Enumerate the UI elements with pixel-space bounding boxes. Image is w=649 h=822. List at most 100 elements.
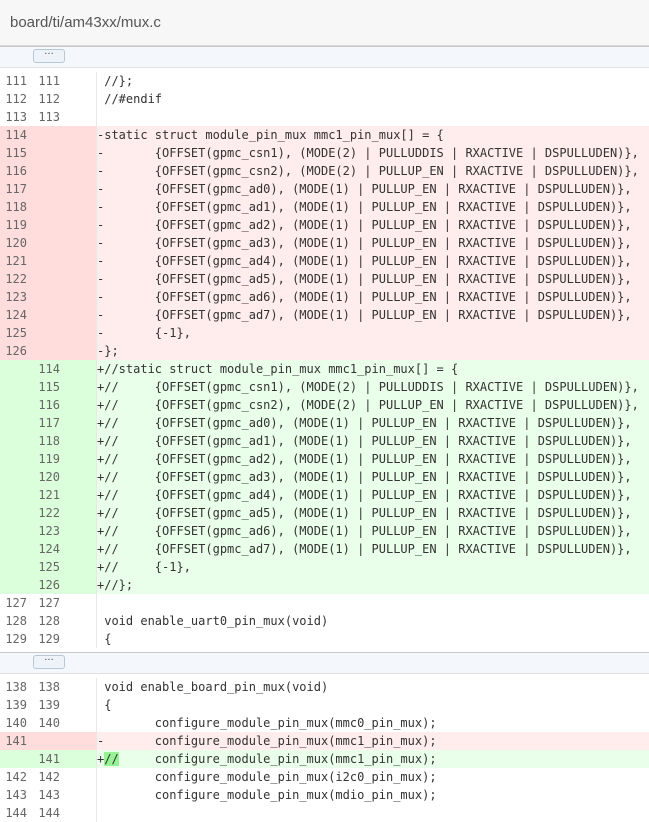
new-line-number[interactable] — [29, 162, 62, 180]
new-line-number[interactable] — [29, 324, 62, 342]
old-line-number[interactable] — [1, 396, 29, 414]
old-line-number[interactable]: 119 — [1, 216, 29, 234]
new-line-number[interactable] — [29, 126, 62, 144]
new-line-number[interactable]: 143 — [29, 786, 62, 804]
file-path[interactable]: board/ti/am43xx/mux.c — [10, 14, 161, 31]
old-line-number[interactable] — [1, 414, 29, 432]
old-line-number[interactable]: 121 — [1, 252, 29, 270]
new-line-number[interactable] — [29, 234, 62, 252]
new-line-number[interactable]: 118 — [29, 432, 62, 450]
new-line-number[interactable]: 126 — [29, 576, 62, 594]
old-line-number[interactable]: 125 — [1, 324, 29, 342]
line-number-gutter: 126 — [0, 342, 97, 360]
removed-line: 124 - {OFFSET(gpmc_ad7), (MODE(1) | PULLU… — [0, 306, 649, 324]
code-line: +// {OFFSET(gpmc_ad1), (MODE(1) | PULLUP… — [97, 434, 632, 448]
new-line-number[interactable] — [29, 252, 62, 270]
old-line-number[interactable] — [1, 468, 29, 486]
new-line-number[interactable]: 127 — [29, 594, 62, 612]
old-line-number[interactable]: 127 — [1, 594, 29, 612]
context-line: 142 142 configure_module_pin_mux(i2c0_pin… — [0, 768, 649, 786]
new-line-number[interactable] — [29, 288, 62, 306]
expand-lines-button[interactable]: ··· — [33, 49, 65, 63]
old-line-number[interactable]: 117 — [1, 180, 29, 198]
old-line-number[interactable]: 111 — [1, 72, 29, 90]
old-line-number[interactable]: 114 — [1, 126, 29, 144]
old-line-number[interactable]: 141 — [1, 732, 29, 750]
code-line: - {OFFSET(gpmc_ad1), (MODE(1) | PULLUP_E… — [97, 200, 632, 214]
new-line-number[interactable]: 125 — [29, 558, 62, 576]
new-line-number[interactable]: 116 — [29, 396, 62, 414]
old-line-number[interactable] — [1, 522, 29, 540]
old-line-number[interactable]: 128 — [1, 612, 29, 630]
new-line-number[interactable]: 113 — [29, 108, 62, 126]
line-number-gutter: 118 — [0, 198, 97, 216]
expand-lines-button[interactable]: ··· — [33, 655, 65, 669]
old-line-number[interactable]: 142 — [1, 768, 29, 786]
new-line-number[interactable]: 111 — [29, 72, 62, 90]
new-line-number[interactable]: 142 — [29, 768, 62, 786]
new-line-number[interactable]: 120 — [29, 468, 62, 486]
old-line-number[interactable] — [1, 486, 29, 504]
new-line-number[interactable] — [29, 144, 62, 162]
new-line-number[interactable]: 112 — [29, 90, 62, 108]
new-line-number[interactable]: 122 — [29, 504, 62, 522]
old-line-number[interactable] — [1, 378, 29, 396]
old-line-number[interactable]: 124 — [1, 306, 29, 324]
new-line-number[interactable] — [29, 732, 62, 750]
old-line-number[interactable]: 116 — [1, 162, 29, 180]
old-line-number[interactable] — [1, 576, 29, 594]
new-line-number[interactable]: 119 — [29, 450, 62, 468]
old-line-number[interactable]: 123 — [1, 288, 29, 306]
old-line-number[interactable]: 138 — [1, 678, 29, 696]
new-line-number[interactable]: 141 — [29, 750, 62, 768]
old-line-number[interactable]: 118 — [1, 198, 29, 216]
new-line-number[interactable]: 144 — [29, 804, 62, 822]
new-line-number[interactable] — [29, 216, 62, 234]
new-line-number[interactable]: 128 — [29, 612, 62, 630]
new-line-number[interactable]: 124 — [29, 540, 62, 558]
old-line-number[interactable]: 122 — [1, 270, 29, 288]
new-line-number[interactable] — [29, 180, 62, 198]
old-line-number[interactable]: 143 — [1, 786, 29, 804]
old-line-number[interactable] — [1, 504, 29, 522]
line-number-gutter: 111 111 — [0, 72, 97, 90]
new-line-number[interactable]: 117 — [29, 414, 62, 432]
context-line: 139 139 { — [0, 696, 649, 714]
line-number-gutter: 117 — [0, 414, 97, 432]
new-line-number[interactable]: 140 — [29, 714, 62, 732]
new-line-number[interactable]: 138 — [29, 678, 62, 696]
new-line-number[interactable] — [29, 270, 62, 288]
added-line: 120 +// {OFFSET(gpmc_ad3), (MODE(1) | PUL… — [0, 468, 649, 486]
old-line-number[interactable] — [1, 450, 29, 468]
old-line-number[interactable]: 115 — [1, 144, 29, 162]
old-line-number[interactable]: 113 — [1, 108, 29, 126]
code-line: +// {OFFSET(gpmc_ad6), (MODE(1) | PULLUP… — [97, 524, 632, 538]
code-line: +//static struct module_pin_mux mmc1_pin… — [97, 362, 459, 376]
old-line-number[interactable]: 140 — [1, 714, 29, 732]
old-line-number[interactable] — [1, 540, 29, 558]
old-line-number[interactable] — [1, 360, 29, 378]
old-line-number[interactable]: 139 — [1, 696, 29, 714]
old-line-number[interactable]: 120 — [1, 234, 29, 252]
new-line-number[interactable]: 129 — [29, 630, 62, 648]
new-line-number[interactable] — [29, 198, 62, 216]
new-line-number[interactable]: 139 — [29, 696, 62, 714]
old-line-number[interactable] — [1, 558, 29, 576]
added-line: 118 +// {OFFSET(gpmc_ad1), (MODE(1) | PUL… — [0, 432, 649, 450]
added-line: 122 +// {OFFSET(gpmc_ad5), (MODE(1) | PUL… — [0, 504, 649, 522]
new-line-number[interactable] — [29, 306, 62, 324]
new-line-number[interactable]: 123 — [29, 522, 62, 540]
old-line-number[interactable]: 144 — [1, 804, 29, 822]
old-line-number[interactable] — [1, 432, 29, 450]
old-line-number[interactable]: 112 — [1, 90, 29, 108]
old-line-number[interactable]: 129 — [1, 630, 29, 648]
new-line-number[interactable] — [29, 342, 62, 360]
removed-line: 117 - {OFFSET(gpmc_ad0), (MODE(1) | PULLU… — [0, 180, 649, 198]
old-line-number[interactable] — [1, 750, 29, 768]
old-line-number[interactable]: 126 — [1, 342, 29, 360]
new-line-number[interactable]: 121 — [29, 486, 62, 504]
new-line-number[interactable]: 115 — [29, 378, 62, 396]
line-number-gutter: 141 — [0, 732, 97, 750]
new-line-number[interactable]: 114 — [29, 360, 62, 378]
